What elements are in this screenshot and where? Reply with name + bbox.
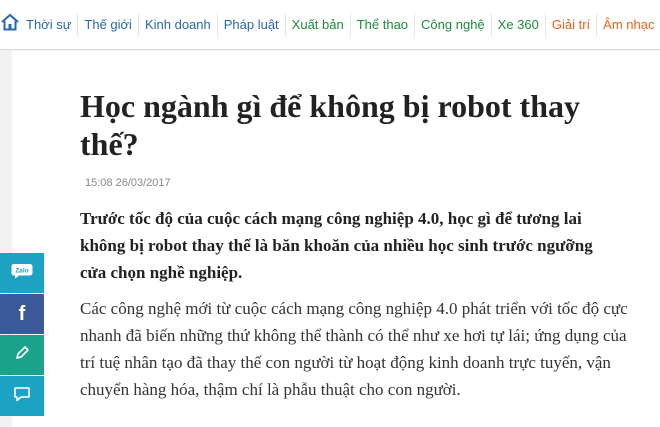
facebook-share-button[interactable]: f [0, 294, 44, 334]
nav-item-5[interactable]: Thể thao [351, 12, 416, 37]
nav-item-8[interactable]: Giải trí [546, 12, 598, 37]
article-container: Học ngành gì để không bị robot thay thế?… [12, 51, 660, 427]
share-sidebar: Zalo f [0, 253, 44, 417]
article-body-paragraph: Các công nghệ mới từ cuộc cách mạng công… [80, 299, 628, 399]
zalo-label: Zalo [15, 267, 28, 274]
nav-item-3[interactable]: Pháp luật [218, 12, 286, 37]
nav-item-7[interactable]: Xe 360 [492, 12, 546, 37]
nav-item-0[interactable]: Thời sự [20, 12, 79, 37]
nav-item-1[interactable]: Thế giới [78, 12, 139, 37]
top-navigation: Thời sự Thế giới Kinh doanh Pháp luật Xuất b… [0, 0, 660, 50]
home-icon [0, 13, 20, 36]
pencil-icon [14, 345, 30, 366]
zalo-icon: Zalo [11, 263, 33, 284]
article-title: Học ngành gì để không bị robot thay thế? [80, 88, 580, 162]
feedback-button[interactable] [0, 376, 44, 416]
comment-icon [13, 386, 31, 407]
home-button[interactable] [0, 0, 20, 49]
write-comment-button[interactable] [0, 335, 44, 375]
nav-item-9[interactable]: Âm nhạc [597, 13, 660, 37]
nav-item-2[interactable]: Kinh doanh [139, 12, 218, 37]
nav-item-4[interactable]: Xuất bản [286, 12, 351, 37]
nav-item-6[interactable]: Công nghệ [415, 12, 492, 37]
facebook-icon: f [18, 303, 26, 325]
article-timestamp: 15:08 26/03/2017 [85, 177, 171, 189]
zalo-share-button[interactable]: Zalo [0, 253, 44, 293]
article-lead: Trước tốc độ của cuộc cách mạng công ngh… [80, 209, 593, 282]
